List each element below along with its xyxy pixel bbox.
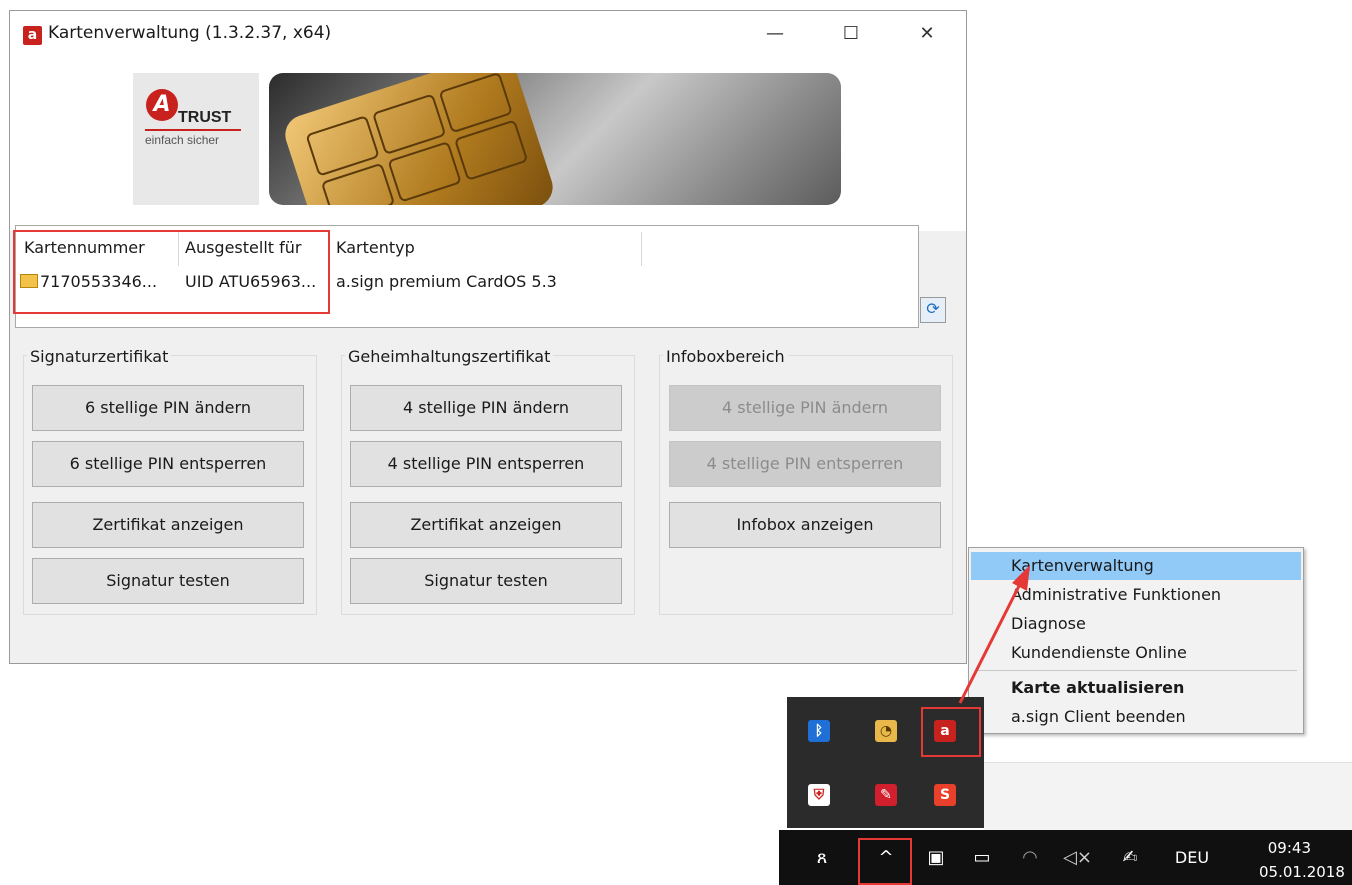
annotation-arrow xyxy=(958,565,1030,704)
